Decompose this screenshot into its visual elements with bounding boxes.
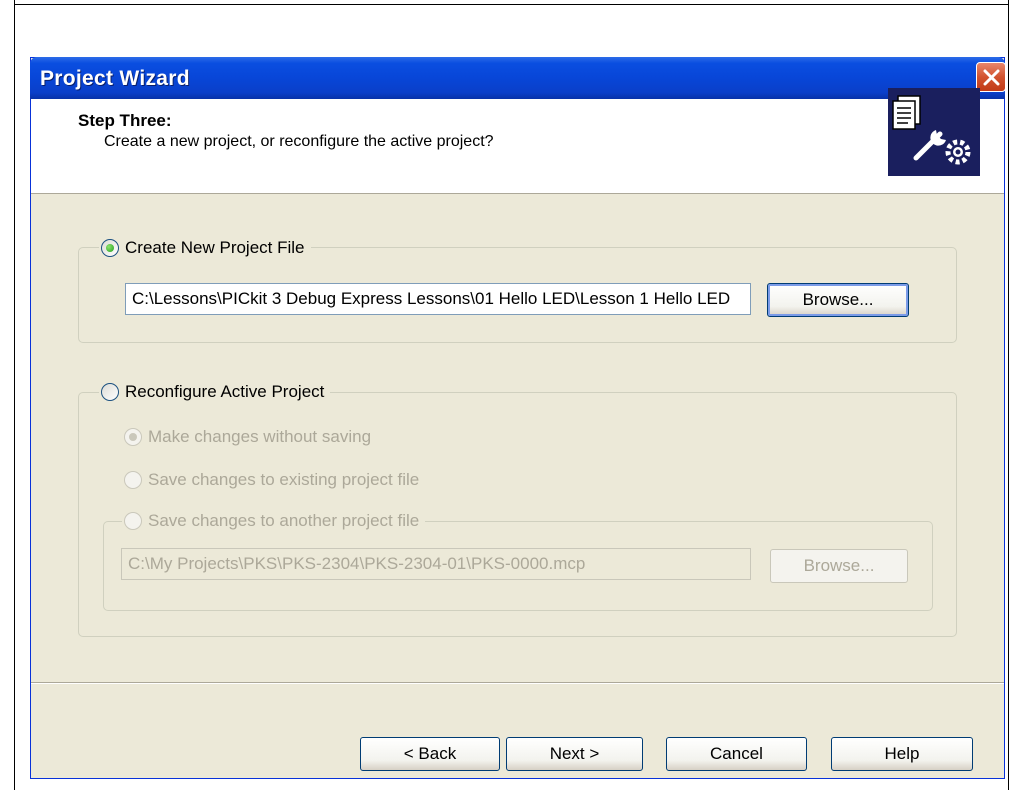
help-button[interactable]: Help [831, 737, 973, 771]
create-new-browse-button[interactable]: Browse... [767, 283, 909, 317]
save-existing-label: Save changes to existing project file [148, 470, 420, 489]
step-description: Create a new project, or reconfigure the… [104, 133, 494, 150]
window-title: Project Wizard [40, 67, 190, 90]
save-existing-option[interactable]: Save changes to existing project file [124, 468, 419, 492]
next-button[interactable]: Next > [506, 737, 643, 771]
reconfigure-label: Reconfigure Active Project [125, 382, 325, 401]
create-new-label: Create New Project File [125, 238, 305, 257]
save-existing-radio[interactable] [124, 471, 142, 489]
new-project-path-input[interactable]: C:\Lessons\PICkit 3 Debug Express Lesson… [125, 283, 751, 315]
title-bar[interactable]: Project Wizard [30, 57, 1006, 99]
reconfigure-option[interactable]: Reconfigure Active Project [99, 380, 331, 404]
step-title: Step Three: [78, 111, 172, 130]
save-another-radio[interactable] [124, 512, 142, 530]
another-project-path-input[interactable]: C:\My Projects\PKS\PKS-2304\PKS-2304-01\… [121, 548, 751, 580]
another-browse-button[interactable]: Browse... [770, 549, 908, 583]
close-button[interactable] [976, 62, 1006, 92]
make-changes-radio[interactable] [124, 428, 142, 446]
make-changes-option[interactable]: Make changes without saving [124, 425, 371, 449]
cancel-button[interactable]: Cancel [666, 737, 807, 771]
reconfigure-radio[interactable] [101, 383, 119, 401]
document-wrench-gear-icon [888, 88, 980, 176]
create-new-option[interactable]: Create New Project File [99, 236, 311, 260]
figure-border-left [14, 0, 15, 790]
save-another-option[interactable]: Save changes to another project file [122, 509, 426, 533]
create-new-radio[interactable] [101, 239, 119, 257]
make-changes-label: Make changes without saving [148, 427, 372, 446]
close-icon [983, 69, 1000, 86]
figure-border-top [14, 4, 1009, 5]
save-another-label: Save changes to another project file [148, 511, 420, 530]
footer-separator [31, 682, 1004, 684]
back-button[interactable]: < Back [360, 737, 500, 771]
wizard-header: Step Three: Create a new project, or rec… [31, 88, 1004, 194]
figure-border-right [1008, 0, 1009, 790]
